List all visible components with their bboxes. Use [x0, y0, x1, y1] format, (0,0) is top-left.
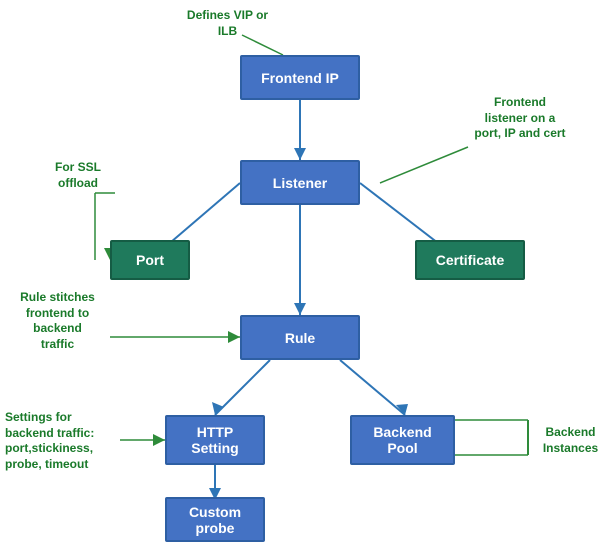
settings-text: Settings for backend traffic: port,stick… — [5, 410, 94, 471]
http-setting-box: HTTP Setting — [165, 415, 265, 465]
diagram-container: Frontend IP Listener Port Certificate Ru… — [0, 0, 610, 558]
custom-probe-label: Custom probe — [189, 504, 241, 536]
backend-pool-label: Backend Pool — [373, 424, 431, 456]
listener-label: Listener — [273, 175, 327, 191]
port-label: Port — [136, 252, 164, 268]
backend-pool-box: Backend Pool — [350, 415, 455, 465]
port-box: Port — [110, 240, 190, 280]
settings-annotation: Settings for backend traffic: port,stick… — [5, 410, 135, 472]
frontend-listener-annotation: Frontend listener on a port, IP and cert — [455, 95, 585, 142]
listener-box: Listener — [240, 160, 360, 205]
http-setting-label: HTTP Setting — [191, 424, 238, 456]
for-ssl-text: For SSL offload — [55, 160, 101, 190]
for-ssl-annotation: For SSL offload — [38, 160, 118, 191]
certificate-label: Certificate — [436, 252, 504, 268]
defines-vip-annotation: Defines VIP or ILB — [175, 8, 280, 39]
defines-vip-text: Defines VIP or ILB — [187, 8, 268, 38]
certificate-box: Certificate — [415, 240, 525, 280]
frontend-ip-box: Frontend IP — [240, 55, 360, 100]
backend-instances-text: Backend Instances — [543, 425, 598, 455]
rule-stitches-text: Rule stitches frontend to backend traffi… — [20, 290, 95, 351]
rule-stitches-annotation: Rule stitches frontend to backend traffi… — [5, 290, 110, 352]
frontend-ip-label: Frontend IP — [261, 70, 339, 86]
frontend-listener-text: Frontend listener on a port, IP and cert — [474, 95, 565, 140]
backend-instances-annotation: Backend Instances — [533, 425, 608, 456]
custom-probe-box: Custom probe — [165, 497, 265, 542]
rule-label: Rule — [285, 330, 315, 346]
rule-box: Rule — [240, 315, 360, 360]
